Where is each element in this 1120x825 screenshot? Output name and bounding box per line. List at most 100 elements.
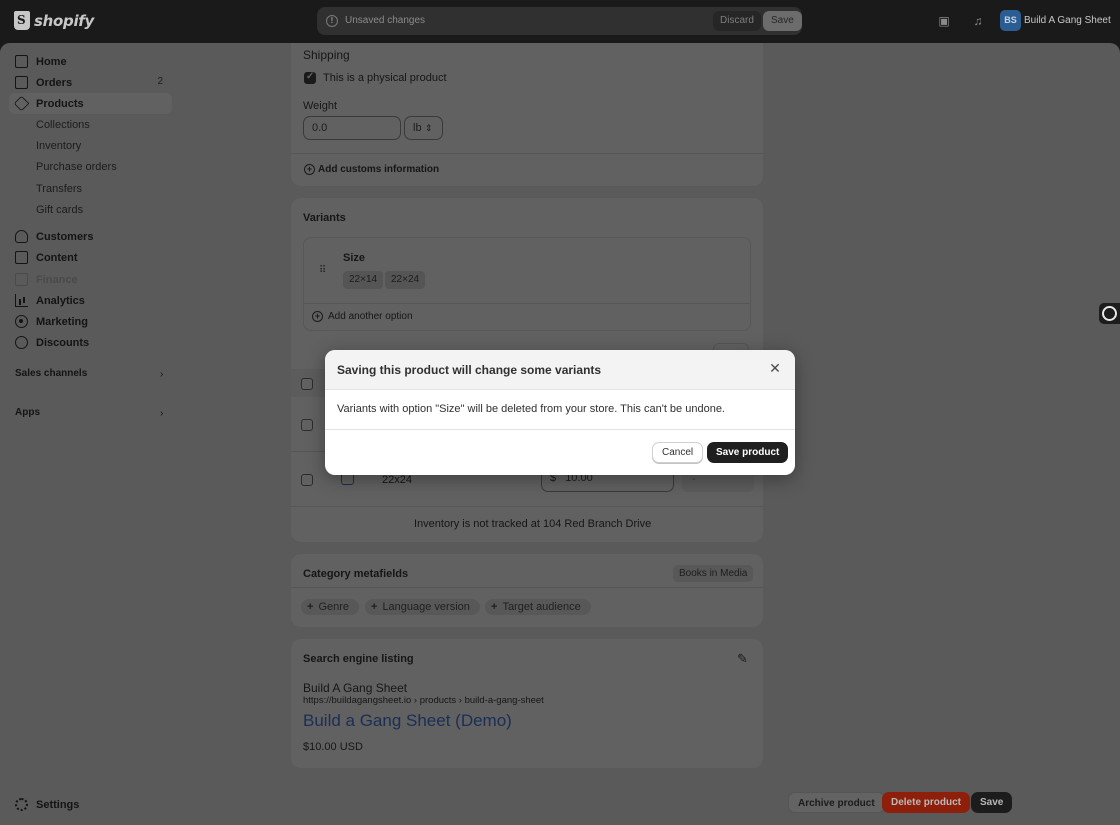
sidebar-item-gift-cards[interactable]: Gift cards [9,199,172,220]
sidebar-item-label: Purchase orders [36,160,117,173]
sidebar-item-orders[interactable]: Orders 2 [9,72,172,93]
select-arrows-icon: ⇕ [425,123,433,133]
person-icon [15,230,28,243]
dialog-header: Saving this product will change some var… [325,350,795,390]
sidebar-item-label: Content [36,251,78,264]
divider [325,429,795,430]
physical-product-checkbox[interactable] [304,71,316,84]
plus-icon: + [307,601,314,613]
variants-title: Variants [303,212,346,224]
option-name[interactable]: Size [343,252,365,264]
store-name[interactable]: Build A Gang Sheet [1024,15,1111,26]
gear-icon [15,798,28,811]
sidebar-item-marketing[interactable]: Marketing [9,311,172,332]
seo-page-title: Build a Gang Sheet (Demo) [303,711,512,730]
sidekick-toggle-icon[interactable] [1099,303,1120,324]
option-value-chip[interactable]: 22×24 [385,271,426,289]
divider [291,153,763,154]
sidebar: Home Orders 2 Products Collections Inven… [0,43,181,825]
home-icon [15,55,28,68]
close-icon[interactable]: ✕ [768,361,782,375]
inbox-icon[interactable]: ▣ [937,14,951,28]
sidebar-item-label: Discounts [36,336,90,349]
sidebar-item-inventory[interactable]: Inventory [9,135,172,156]
chevron-right-icon[interactable]: › [160,408,163,419]
select-all-checkbox[interactable] [301,378,313,390]
edit-pencil-icon[interactable]: ✎ [737,651,748,667]
metafield-pill-language[interactable]: + Language version [365,599,480,615]
row-checkbox[interactable] [301,474,313,486]
sidebar-item-label: Home [36,55,67,68]
option-value-chip[interactable]: 22×14 [343,271,384,289]
drag-handle-icon[interactable]: ⠿ [319,265,326,276]
unsaved-changes-bar: ! Unsaved changes Discard Save [317,7,802,35]
chevron-right-icon[interactable]: › [160,369,163,380]
apps-heading[interactable]: Apps [15,407,40,418]
sidebar-item-label: Collections [36,118,90,131]
sidebar-item-label: Orders [36,76,73,89]
physical-product-label: This is a physical product [323,72,447,84]
sidebar-item-settings[interactable]: Settings [9,794,172,815]
divider [291,587,763,588]
seo-title: Search engine listing [303,653,414,665]
content-icon [15,251,28,264]
add-customs-link[interactable]: Add customs information [318,164,439,175]
metafield-pill-target-audience[interactable]: + Target audience [485,599,591,615]
logo-text: shopify [34,11,94,30]
option-box: ⠿ Size 22×14 22×24 + Add another option [303,237,751,331]
discard-button[interactable]: Discard [713,11,761,31]
bottom-save-button[interactable]: Save [971,792,1013,813]
cancel-button[interactable]: Cancel [652,442,704,463]
variant-name[interactable]: 22x24 [382,474,412,486]
pill-label: Genre [318,601,350,613]
weight-unit-value: lb [413,122,422,134]
sidebar-item-label: Transfers [36,182,83,195]
shopify-bag-icon [14,11,30,30]
sidebar-item-label: Customers [36,230,94,243]
archive-product-button[interactable]: Archive product [788,792,885,813]
bell-icon[interactable]: ♫ [971,14,985,28]
unsaved-changes-text: Unsaved changes [345,15,426,26]
category-metafields-card: Category metafields Books in Media + Genr… [291,554,763,627]
dialog-message: Variants with option "Size" will be dele… [337,403,725,415]
confirm-variant-change-dialog: Saving this product will change some var… [325,350,795,475]
shipping-card: Shipping This is a physical product Weig… [291,43,763,186]
sidebar-item-label: Inventory [36,139,82,152]
top-bar: shopify ! Unsaved changes Discard Save ▣… [0,0,1120,43]
sidebar-item-finance[interactable]: Finance [9,269,172,290]
sales-channels-heading[interactable]: Sales channels [15,368,87,379]
plus-icon: + [371,601,378,613]
sidebar-item-transfers[interactable]: Transfers [9,178,172,199]
weight-unit-select[interactable]: lb ⇕ [404,116,443,140]
sidebar-item-home[interactable]: Home [9,51,172,72]
category-badge[interactable]: Books in Media [673,565,754,582]
sidebar-item-products[interactable]: Products [9,93,172,114]
delete-product-button[interactable]: Delete product [882,792,971,813]
seo-url: https://buildagangsheet.io › products › … [303,695,544,706]
sidebar-item-label: Marketing [36,315,88,328]
dialog-title: Saving this product will change some var… [337,363,602,377]
add-another-option-link[interactable]: Add another option [328,311,413,322]
sidebar-item-label: Gift cards [36,203,84,216]
orders-count-badge: 2 [157,76,163,87]
sidebar-item-collections[interactable]: Collections [9,114,172,135]
category-metafields-title: Category metafields [303,568,409,580]
orders-icon [15,76,28,89]
store-avatar[interactable]: BS [1000,10,1021,31]
plus-icon: + [491,601,498,613]
row-checkbox[interactable] [301,419,313,431]
seo-card: Search engine listing ✎ Build A Gang She… [291,639,763,768]
shopify-logo[interactable]: shopify [14,11,94,30]
sidebar-item-analytics[interactable]: Analytics [9,290,172,311]
sidebar-item-discounts[interactable]: Discounts [9,332,172,353]
pill-label: Target audience [502,601,581,613]
seo-store-name: Build A Gang Sheet [303,681,408,695]
weight-input[interactable]: 0.0 [303,116,401,140]
sidebar-item-content[interactable]: Content [9,247,172,268]
top-save-button[interactable]: Save [763,11,802,31]
sidebar-item-customers[interactable]: Customers [9,226,172,247]
sidebar-item-purchase-orders[interactable]: Purchase orders [9,156,172,177]
metafield-pill-genre[interactable]: + Genre [301,599,360,615]
save-product-button[interactable]: Save product [707,442,789,463]
sidebar-item-label: Finance [36,273,78,286]
